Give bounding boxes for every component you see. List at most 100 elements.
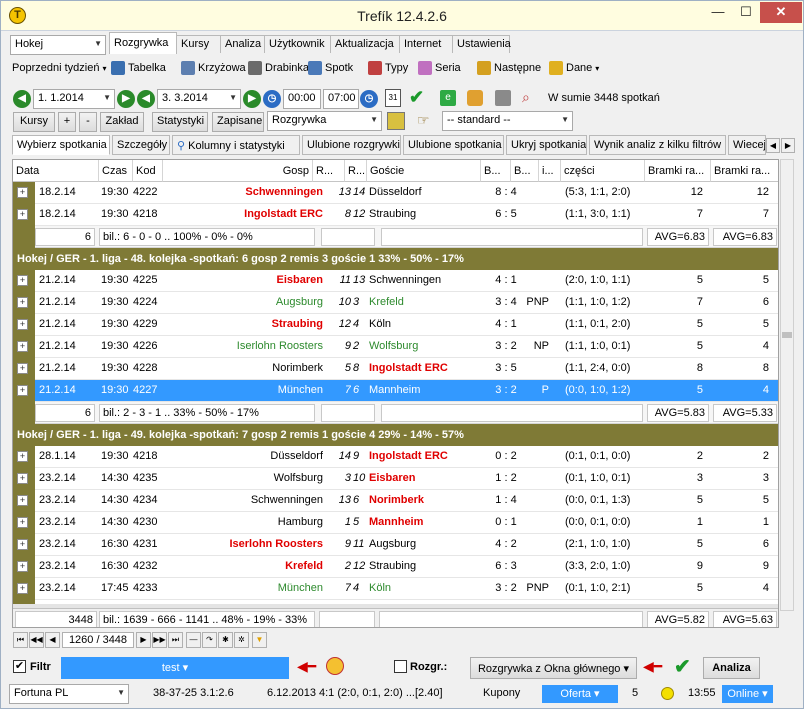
horizontal-scrollbar[interactable] [13,604,778,608]
toolbar-tabelka[interactable]: Tabelka [109,58,175,78]
expand-row-icon[interactable]: + [17,297,28,308]
minus-button[interactable]: - [79,112,97,132]
scrollbar-thumb[interactable] [782,332,792,338]
expand-row-icon[interactable]: + [17,275,28,286]
expand-row-icon[interactable]: + [17,517,28,528]
rozgrywka-select[interactable]: Rozgrywka ▼ [267,111,382,131]
table-row[interactable]: +23.2.14 16:30 4231 Iserlohn Roosters 9 11 Aug… [17,534,778,556]
table-row[interactable]: +21.2.14 19:30 4225 Eisbaren 11 13 Schwenninge… [17,270,778,292]
nav-first-record-icon[interactable]: ⏮ [13,632,28,648]
oferta-button[interactable]: Oferta ▾ [542,685,618,703]
column-header-7[interactable]: B... [481,160,511,182]
toolbar-następne[interactable]: Następne [475,58,543,78]
expand-row-icon[interactable]: + [17,473,28,484]
table-row[interactable]: +21.2.14 19:30 4227 München 7 6 Mannheim 3 : 2P… [17,380,778,402]
zaklad-button[interactable]: Zakład [100,112,144,132]
apply-check-icon[interactable]: ✔ [674,654,691,679]
excel-export-icon[interactable]: e [440,90,456,106]
toolbar-drabinka[interactable]: Drabinka [246,58,309,78]
subtab-1[interactable]: Szczegóły [112,135,170,155]
column-header-1[interactable]: Czas [99,160,133,182]
vertical-scrollbar[interactable] [780,159,794,611]
users-icon[interactable] [467,90,483,106]
rozgr-checkbox[interactable] [394,660,407,673]
table-row[interactable]: +21.2.14 19:30 4229 Straubing 12 4 Köln 4 : 1 (1… [17,314,778,336]
expand-row-icon[interactable]: + [17,561,28,572]
save-filter-icon[interactable] [387,112,405,130]
period-menu[interactable]: Poprzedni tydzień ▾ [12,62,107,74]
toolbar-dane[interactable]: Dane ▾ [547,58,607,78]
toolbar-krzyżowa[interactable]: Krzyżowa [179,58,246,78]
tabs-scroll-left-icon[interactable]: ◀ [766,138,780,153]
analiza-button[interactable]: Analiza [703,657,760,679]
table-row[interactable]: +21.2.14 19:30 4226 Iserlohn Roosters 9 2 Wolf… [17,336,778,358]
column-header-8[interactable]: B... [511,160,539,182]
next-page-icon[interactable]: ▶▶ [152,632,167,648]
nav-prev-record-icon[interactable]: ◀ [45,632,60,648]
column-header-12[interactable]: Bramki ra... [711,160,778,182]
statystyki-button[interactable]: Statystyki [152,112,208,132]
rozgrywka-source-select[interactable]: Rozgrywka z Okna głównego ▾ [470,657,637,679]
time-from-field[interactable]: 00:00 [283,89,321,109]
toolbar-spotk[interactable]: Spotk [306,58,362,78]
tabs-scroll-right-icon[interactable]: ▶ [781,138,795,153]
table-row[interactable]: +18.2.14 19:30 4218 Ingolstadt ERC 8 12 Straub… [17,204,778,226]
table-row[interactable]: +21.2.14 19:30 4228 Norimberk 5 8 Ingolstadt E… [17,358,778,380]
standard-select[interactable]: -- standard -- ▼ [442,111,573,131]
filtr-checkbox[interactable]: ✔ [13,660,26,673]
expand-row-icon[interactable]: + [17,187,28,198]
group-header[interactable]: Hokej / GER - 1. liga - 48. kolejka -spo… [13,248,778,270]
toolbar-typy[interactable]: Typy [366,58,414,78]
table-row[interactable]: +23.2.14 14:30 4234 Schwenningen 13 6 Norimber… [17,490,778,512]
tab-internet[interactable]: Internet [399,35,453,53]
close-button[interactable]: ✕ [760,2,802,23]
expand-row-icon[interactable]: + [17,363,28,374]
table-row[interactable]: +23.2.14 16:30 4232 Krefeld 2 12 Straubing 6 : … [17,556,778,578]
next-record-icon[interactable]: ▶ [136,632,151,648]
print-icon[interactable] [495,90,511,106]
column-header-6[interactable]: Goście [367,160,481,182]
expand-row-icon[interactable]: + [17,539,28,550]
tab-użytkownik[interactable]: Użytkownik [264,35,331,53]
pointing-hand-icon[interactable]: ☞ [417,112,430,129]
nav-prev-page-icon[interactable]: ◀◀ [29,632,44,648]
subtab-7[interactable]: Wiecej [728,135,766,155]
column-header-2[interactable]: Kod [133,160,163,182]
delete-record-icon[interactable]: — [186,632,201,648]
prev-date-button[interactable]: ◀ [13,90,31,108]
sport-select[interactable]: Hokej ▼ [10,35,106,55]
tab-aktualizacja[interactable]: Aktualizacja [330,35,400,53]
search-icon[interactable]: ⌕ [522,89,530,106]
expand-row-icon[interactable]: + [17,341,28,352]
maximize-button[interactable]: ☐ [732,2,760,23]
expand-row-icon[interactable]: + [17,319,28,330]
table-row[interactable]: +21.2.14 19:30 4224 Augsburg 10 3 Krefeld 3 : 4… [17,292,778,314]
table-row[interactable]: +23.2.14 14:30 4230 Hamburg 1 5 Mannheim 0 : 1(… [17,512,778,534]
table-row[interactable]: +18.2.14 19:30 4222 Schwenningen 13 14 Düsseld… [17,182,778,204]
group-header[interactable]: Hokej / GER - 1. liga - 49. kolejka -spo… [13,424,778,446]
expand-row-icon[interactable]: + [17,451,28,462]
expand-row-icon[interactable]: + [17,495,28,506]
date-from-field[interactable]: 1. 1.2014 ▼ [33,89,115,109]
table-row[interactable]: +23.2.14 17:45 4233 München 7 4 Köln 3 : 2 PNP (0… [17,578,778,600]
expand-row-icon[interactable]: + [17,209,28,220]
confirm-check-icon[interactable]: ✔ [409,87,424,108]
last-record-icon[interactable]: ⏭ [168,632,183,648]
time-to-field[interactable]: 07:00 [323,89,359,109]
online-status-button[interactable]: Online ▾ [722,685,773,703]
zapisane-button[interactable]: Zapisane [212,112,264,132]
filter-name-select[interactable]: test ▾ [61,657,289,679]
table-row[interactable]: +23.2.14 14:30 4235 Wolfsburg 3 10 Eisbaren 1 :… [17,468,778,490]
expand-row-icon[interactable]: + [17,385,28,396]
column-header-0[interactable]: Data [13,160,99,182]
column-header-4[interactable]: R... [313,160,345,182]
refresh-icon[interactable]: ↷ [202,632,217,648]
kursy-button[interactable]: Kursy [13,112,55,132]
column-header-10[interactable]: części [561,160,645,182]
subtab-4[interactable]: Ulubione spotkania [403,135,504,155]
bookmaker-select[interactable]: Fortuna PL ▼ [9,684,129,704]
next-date-to-button[interactable]: ▶ [243,90,261,108]
tab-analiza[interactable]: Analiza [220,35,265,53]
expand-row-icon[interactable]: + [17,583,28,594]
clear-filter-icon[interactable]: ✲ [234,632,249,648]
